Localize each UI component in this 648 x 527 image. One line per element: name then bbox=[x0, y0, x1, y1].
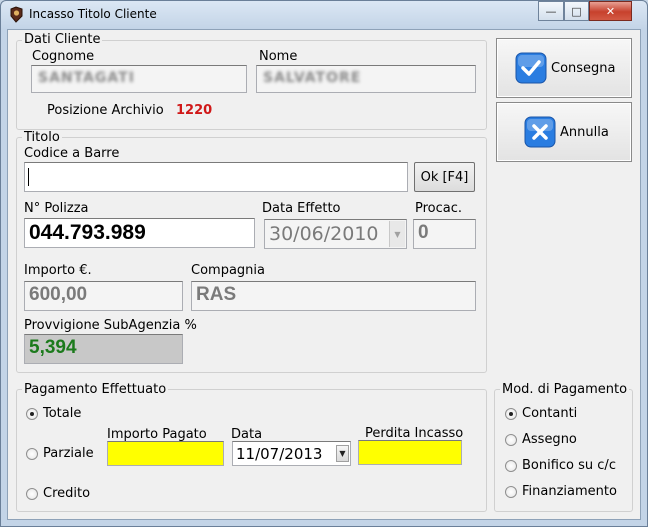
importo-value: 600,00 bbox=[29, 284, 88, 305]
procac-label: Procac. bbox=[415, 201, 463, 216]
provvigione-label: Provvigione SubAgenzia % bbox=[24, 318, 197, 333]
parziale-label[interactable]: Parziale bbox=[43, 446, 94, 461]
perdita-incasso-label: Perdita Incasso bbox=[365, 426, 464, 441]
minimize-icon: — bbox=[545, 4, 557, 18]
close-button[interactable]: ✕ bbox=[589, 1, 632, 21]
data-pagamento-value: 11/07/2013 bbox=[236, 445, 323, 463]
compagnia-value: RAS bbox=[196, 284, 237, 305]
credito-label[interactable]: Credito bbox=[43, 486, 90, 501]
importo-pagato-label: Importo Pagato bbox=[107, 427, 207, 442]
nome-value: SALVATORE bbox=[263, 70, 362, 86]
cancel-x-icon bbox=[524, 116, 556, 148]
polizza-input[interactable]: 044.793.989 bbox=[24, 218, 255, 248]
parziale-radio[interactable] bbox=[26, 448, 38, 460]
importo-field: 600,00 bbox=[24, 281, 183, 311]
data-effetto-select[interactable]: 30/06/2010 ▼ bbox=[264, 219, 407, 249]
procac-value: 0 bbox=[418, 222, 429, 243]
title-bar[interactable]: Incasso Titolo Cliente — □ ✕ bbox=[0, 0, 648, 30]
provvigione-field: 5,394 bbox=[24, 334, 183, 364]
window-title: Incasso Titolo Cliente bbox=[29, 7, 157, 21]
codice-barre-label: Codice a Barre bbox=[24, 146, 120, 161]
posizione-archivio-label: Posizione Archivio bbox=[47, 103, 164, 118]
perdita-incasso-input[interactable] bbox=[358, 440, 462, 465]
chevron-down-icon[interactable]: ▼ bbox=[389, 221, 405, 247]
polizza-value: 044.793.989 bbox=[29, 221, 146, 244]
finanziamento-label[interactable]: Finanziamento bbox=[522, 484, 617, 499]
consegna-button[interactable]: Consegna bbox=[496, 38, 632, 98]
data-pagamento-select[interactable]: 11/07/2013 ▼ bbox=[232, 441, 351, 466]
nome-field: SALVATORE bbox=[256, 65, 476, 93]
totale-label[interactable]: Totale bbox=[43, 406, 81, 421]
assegno-radio[interactable] bbox=[505, 434, 517, 446]
provvigione-value: 5,394 bbox=[29, 337, 77, 358]
nome-label: Nome bbox=[259, 49, 298, 64]
posizione-archivio-value: 1220 bbox=[176, 103, 213, 118]
chevron-down-icon[interactable]: ▼ bbox=[336, 445, 349, 462]
cognome-label: Cognome bbox=[32, 49, 95, 64]
data-effetto-label: Data Effetto bbox=[262, 201, 341, 216]
consegna-label: Consegna bbox=[551, 60, 616, 76]
ok-f4-button[interactable]: Ok [F4] bbox=[414, 162, 475, 192]
credito-radio[interactable] bbox=[26, 488, 38, 500]
procac-field: 0 bbox=[413, 219, 476, 249]
importo-pagato-input[interactable] bbox=[107, 441, 224, 466]
cognome-value: SANTAGATI bbox=[38, 70, 135, 86]
data-effetto-value: 30/06/2010 bbox=[269, 223, 379, 245]
bonifico-label[interactable]: Bonifico su c/c bbox=[522, 458, 616, 473]
annulla-button[interactable]: Annulla bbox=[496, 102, 632, 162]
maximize-button[interactable]: □ bbox=[564, 1, 589, 21]
importo-label: Importo €. bbox=[24, 263, 92, 278]
bonifico-radio[interactable] bbox=[505, 460, 517, 472]
cognome-field: SANTAGATI bbox=[31, 65, 247, 93]
compagnia-field: RAS bbox=[191, 281, 476, 311]
codice-barre-input[interactable] bbox=[24, 162, 408, 192]
contanti-label[interactable]: Contanti bbox=[522, 406, 577, 421]
close-icon: ✕ bbox=[605, 4, 616, 18]
compagnia-label: Compagnia bbox=[191, 263, 265, 278]
maximize-icon: □ bbox=[571, 4, 582, 18]
finanziamento-radio[interactable] bbox=[505, 486, 517, 498]
annulla-label: Annulla bbox=[560, 124, 609, 140]
ok-f4-label: Ok [F4] bbox=[420, 169, 469, 185]
dati-cliente-legend: Dati Cliente bbox=[22, 32, 103, 47]
checkmark-icon bbox=[515, 52, 547, 84]
contanti-radio[interactable] bbox=[505, 408, 517, 420]
text-caret bbox=[28, 168, 29, 186]
pagamento-legend: Pagamento Effettuato bbox=[22, 382, 169, 397]
app-icon bbox=[8, 6, 25, 23]
assegno-label[interactable]: Assegno bbox=[522, 432, 577, 447]
totale-radio[interactable] bbox=[26, 408, 38, 420]
data-pagamento-label: Data bbox=[231, 427, 263, 442]
titolo-legend: Titolo bbox=[22, 130, 62, 145]
mod-pagamento-legend: Mod. di Pagamento bbox=[500, 382, 630, 397]
minimize-button[interactable]: — bbox=[538, 1, 564, 21]
polizza-label: N° Polizza bbox=[24, 201, 89, 216]
